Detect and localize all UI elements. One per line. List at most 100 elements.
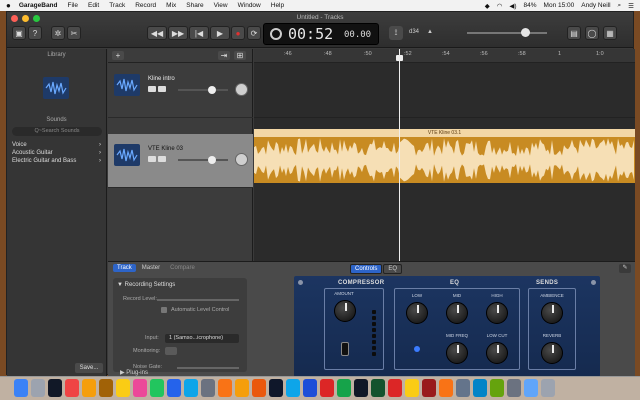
recording-settings-title[interactable]: ▼ Recording Settings (117, 282, 175, 288)
gear-icon[interactable] (507, 379, 521, 397)
chart-icon[interactable] (150, 379, 164, 397)
snap-button[interactable]: ⊞ (234, 51, 246, 60)
user-name[interactable]: Andy Neill (581, 2, 610, 9)
playhead[interactable] (396, 49, 403, 261)
track-volume-knob[interactable] (208, 156, 216, 164)
track-name[interactable]: VTE Kline 03 (148, 146, 183, 152)
metronome-icon[interactable]: ▲ (427, 29, 433, 35)
list-icon[interactable]: ☰ (628, 2, 634, 10)
record-button[interactable]: ● (231, 26, 245, 40)
menu-view[interactable]: View (214, 2, 228, 9)
track-header[interactable]: Kline intro (108, 64, 253, 118)
track-volume-slider[interactable] (178, 86, 228, 94)
notes-icon[interactable] (116, 379, 130, 397)
sound-search-input[interactable]: Q~Search Sounds (12, 127, 102, 136)
quicktime-icon[interactable] (269, 379, 283, 397)
tab-track[interactable]: Track (113, 264, 136, 272)
launchpad-icon[interactable] (31, 379, 45, 397)
eq-power-toggle[interactable] (414, 346, 420, 352)
menu-mix[interactable]: Mix (166, 2, 176, 9)
editors-button[interactable]: ✂ (67, 26, 81, 40)
garageband-icon[interactable] (235, 379, 249, 397)
lcd-display[interactable]: 00:52 00.00 (263, 23, 379, 45)
mute-button[interactable] (148, 86, 156, 92)
chrome-icon[interactable] (218, 379, 232, 397)
compressor-toggle[interactable] (341, 342, 349, 356)
music-icon[interactable] (133, 379, 147, 397)
shield-icon[interactable] (422, 379, 436, 397)
menubar-clock[interactable]: Mon 15:00 (544, 2, 575, 9)
dropbox-icon[interactable]: ◆ (485, 2, 490, 10)
play-button[interactable]: ▶ (210, 26, 230, 40)
clock-icon[interactable] (48, 379, 62, 397)
noise-gate-slider[interactable] (177, 367, 239, 369)
rewind-button[interactable]: ◀◀ (147, 26, 167, 40)
save-button[interactable]: Save... (75, 363, 103, 373)
loop-browser-button[interactable]: ◯ (585, 26, 599, 40)
notepad-button[interactable]: ▤ (567, 26, 581, 40)
vlc-icon[interactable] (439, 379, 453, 397)
settings-icon[interactable] (201, 379, 215, 397)
tab-master[interactable]: Master (138, 264, 164, 272)
catch-playhead-button[interactable]: ⇥ (218, 51, 230, 60)
track-volume-slider[interactable] (178, 156, 228, 164)
plugins-disclosure[interactable]: ▶ Plug-ins (120, 369, 148, 376)
menu-edit[interactable]: Edit (88, 2, 99, 9)
library-item-electric-guitar[interactable]: Electric Guitar and Bass › (12, 158, 104, 166)
library-item-voice[interactable]: Voice › (12, 142, 104, 150)
wifi-icon[interactable]: ◠ (497, 2, 503, 10)
mid-freq-knob[interactable] (446, 342, 468, 364)
help-button[interactable]: ? (28, 26, 42, 40)
mute-button[interactable] (148, 156, 156, 162)
timeline-ruler[interactable]: :46 :48 :50 :52 :54 :56 :58 1 1:0 (254, 49, 635, 63)
reverb-knob[interactable] (541, 342, 563, 364)
high-knob[interactable] (486, 302, 508, 324)
headphones-icon[interactable] (158, 86, 166, 92)
record-level-slider[interactable] (157, 299, 239, 301)
tab-compare[interactable]: Compare (166, 264, 199, 272)
radiation-icon[interactable] (405, 379, 419, 397)
headphones-icon[interactable] (158, 156, 166, 162)
auto-level-checkbox[interactable] (161, 307, 167, 313)
add-track-button[interactable]: + (112, 51, 124, 60)
library-item-acoustic-guitar[interactable]: Acoustic Guitar › (12, 150, 104, 158)
image-icon[interactable] (456, 379, 470, 397)
pan-knob[interactable] (235, 83, 248, 96)
pan-knob[interactable] (235, 153, 248, 166)
go-to-beginning-button[interactable]: |◀ (189, 26, 209, 40)
record-icon[interactable] (388, 379, 402, 397)
input-select[interactable]: 1 (Samso...icrophone) (165, 334, 239, 343)
calendar-icon[interactable] (65, 379, 79, 397)
menu-track[interactable]: Track (109, 2, 125, 9)
library-toggle-button[interactable]: ▣ (12, 26, 26, 40)
powerpoint-icon[interactable] (320, 379, 334, 397)
tuning-fork-icon[interactable]: ⟟ (389, 26, 403, 40)
battery-percent[interactable]: 84% (524, 2, 537, 9)
tab-controls[interactable]: Controls (350, 264, 383, 274)
count-in-display[interactable]: d34 (409, 29, 419, 35)
excel-icon[interactable] (337, 379, 351, 397)
apple-menu-icon[interactable]: ● (6, 1, 11, 10)
terminal-icon[interactable] (354, 379, 368, 397)
firefox-icon[interactable] (252, 379, 266, 397)
keynote-icon[interactable] (167, 379, 181, 397)
edit-pencil-button[interactable]: ✎ (619, 264, 631, 273)
photos-icon[interactable] (82, 379, 96, 397)
menu-help[interactable]: Help (271, 2, 284, 9)
app-menu-garageband[interactable]: GarageBand (19, 2, 58, 9)
search-icon[interactable]: ⌕ (618, 2, 622, 10)
appstore-icon[interactable] (184, 379, 198, 397)
skype-icon[interactable] (473, 379, 487, 397)
smart-controls-button[interactable]: ✲ (51, 26, 65, 40)
track-lane[interactable]: VTE Kline 03.1 (254, 119, 635, 183)
ambience-knob[interactable] (541, 302, 563, 324)
track-name[interactable]: Kline intro (148, 76, 175, 82)
tab-eq[interactable]: EQ (383, 264, 403, 274)
tracks-area[interactable]: :46 :48 :50 :52 :54 :56 :58 1 1:0 VTE Kl… (254, 49, 635, 261)
amount-knob[interactable] (334, 300, 356, 322)
fast-forward-button[interactable]: ▶▶ (168, 26, 188, 40)
safari-icon[interactable] (286, 379, 300, 397)
cycle-button[interactable]: ⟳ (247, 26, 261, 40)
audition-icon[interactable] (371, 379, 385, 397)
mid-knob[interactable] (446, 302, 468, 324)
